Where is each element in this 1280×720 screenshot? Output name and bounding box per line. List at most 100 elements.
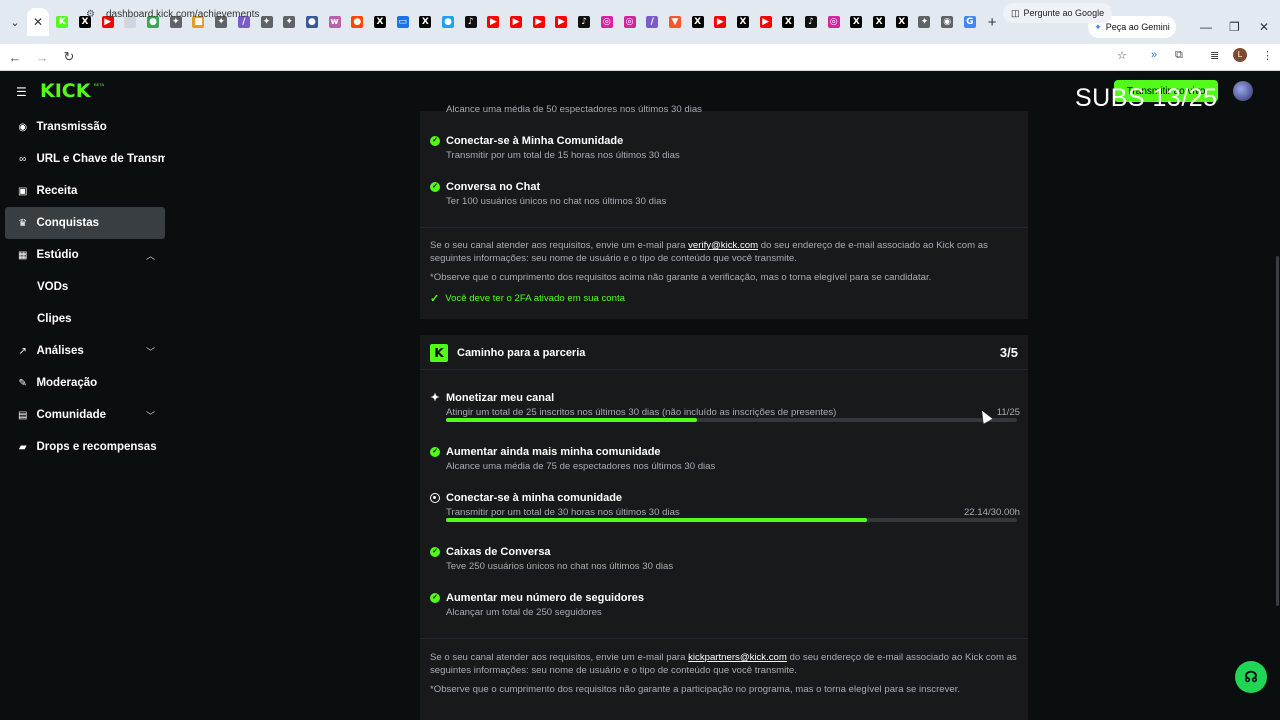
sidebar-item-label: Drops e recompensas [36,441,157,453]
tab-search-icon[interactable]: ⌄ [3,10,27,34]
tab-search-list-icon[interactable]: ≣ [1210,49,1219,62]
link-icon: ∞ [19,153,27,165]
progress-bar [446,418,1017,422]
requirement-title: Conectar-se à minha comunidade [446,492,623,504]
chevron-up-icon[interactable]: ︿ [146,249,155,262]
check-icon: ✓ [430,593,440,603]
restore-icon[interactable]: ❐ [1229,20,1240,34]
sidebar-item-moderacao[interactable]: ✎ Moderação [5,367,165,399]
twofa-text: Você deve ter o 2FA ativado em sua conta [445,293,625,304]
ask-google-label: Pergunte ao Google [1023,8,1105,18]
sidebar-item-drops[interactable]: ▰ Drops e recompensas [5,431,165,463]
progress-bar-fill [446,518,868,522]
twofa-notice: ✓ Você deve ter o 2FA ativado em sua cont… [430,292,625,305]
requirement-title: Conectar-se à Minha Comunidade [446,135,624,147]
requirement-desc: Alcance uma média de 50 espectadores nos… [446,104,702,115]
sidebar: ◉ Transmissão ∞ URL e Chave de Transmiss… [0,111,172,720]
gemini-icon: ✦ [1094,21,1102,32]
browser-menu-icon[interactable]: ⋮ [1262,49,1273,62]
requirement-title: Conversa no Chat [446,181,541,193]
partner-disclaimer: *Observe que o cumprimento dos requisito… [430,684,961,695]
beta-badge: BETA [94,82,105,87]
sidebar-item-transmissao[interactable]: ◉ Transmissão [5,111,165,143]
section-title: Caminho para a parceria [457,347,586,359]
page-scrollbar[interactable] [1276,256,1279,606]
gemini-extension-icon[interactable]: » [1151,49,1157,61]
site-info-icon[interactable]: ⚙ [86,9,98,20]
forward-icon[interactable]: → [30,50,54,65]
check-icon: ✓ [430,447,440,457]
requirement-desc: Transmitir por um total de 15 horas nos … [446,150,680,161]
chevron-down-icon[interactable]: ﹀ [146,345,155,358]
progress-bar [446,518,1017,522]
profile-avatar[interactable]: L [1233,48,1247,62]
back-icon[interactable]: ← [3,50,27,65]
verification-card: Alcance uma média de 50 espectadores nos… [420,104,1028,319]
broadcast-icon: ◉ [18,121,28,133]
help-chat-button[interactable]: ☊ [1235,661,1267,693]
menu-icon[interactable]: ☰ [16,85,27,99]
requirement-desc: Transmitir por um total de 30 horas nos … [446,507,680,518]
sidebar-item-label: Conquistas [36,217,100,229]
ask-google-button[interactable]: ◫ Pergunte ao Google [1003,3,1113,23]
wrench-icon: ✎ [18,377,27,389]
progress-bar-fill [446,418,698,422]
check-icon: ✓ [430,182,440,192]
kick-k-icon: K [430,344,448,362]
sidebar-item-comunidade[interactable]: ▤ Comunidade ﹀ [5,399,165,431]
requirement-desc: Atingir um total de 25 inscritos nos últ… [446,407,837,418]
divider [420,638,1028,639]
note-text: Se o seu canal atender aos requisitos, e… [430,240,689,251]
url-text: dashboard.kick.com/achievements [106,8,260,20]
partner-note: Se o seu canal atender aos requisitos, e… [430,651,1020,677]
requirement-title: Aumentar ainda mais minha comunidade [446,446,661,458]
sidebar-item-estudio[interactable]: ▦ Estúdio ︿ [5,239,165,271]
browser-tab[interactable]: K [51,8,74,36]
sidebar-item-conquistas[interactable]: ♛ Conquistas [5,207,165,239]
minimize-icon[interactable]: — [1200,20,1212,34]
partner-path-card: K Caminho para a parceria 3/5 ✦ Monetiza… [420,335,1028,720]
revenue-icon: ▣ [17,185,28,197]
kick-icon: K [56,16,69,28]
note-text: Se o seu canal atender aos requisitos, e… [430,652,689,663]
sidebar-item-label: Transmissão [36,121,107,133]
kick-logo[interactable]: KICK [40,80,90,102]
requirement-title: Caixas de Conversa [446,546,551,558]
headset-icon: ☊ [1244,669,1258,686]
requirement-progress-text: 22.14/30.00h [963,507,1020,518]
verification-note: Se o seu canal atender aos requisitos, e… [430,239,1020,265]
bookmark-star-icon[interactable]: ☆ [1117,49,1127,62]
partner-email-link[interactable]: kickpartners@kick.com [688,652,787,663]
gemini-label: Peça ao Gemini [1105,22,1170,32]
chevron-down-icon[interactable]: ﹀ [146,409,155,422]
tab-close-icon[interactable]: ✕ [27,8,49,36]
verification-disclaimer: *Observe que o cumprimento dos requisito… [430,272,932,283]
user-avatar[interactable] [1233,81,1253,101]
lens-icon: ◫ [1011,7,1020,18]
partner-progress-count: 3/5 [999,345,1018,360]
verify-email-link[interactable]: verify@kick.com [688,240,758,251]
requirement-desc: Teve 250 usuários únicos no chat nos últ… [446,561,674,572]
requirement-progress-text: 11/25 [996,407,1020,418]
requirement-desc: Alcançar um total de 250 seguidores [446,607,602,618]
subs-overlay-text: SUBS 13/25 [1075,84,1218,112]
sidebar-item-receita[interactable]: ▣ Receita [5,175,165,207]
drops-icon: ▰ [18,441,27,453]
sidebar-item-analises[interactable]: ↗ Análises ﹀ [5,335,165,367]
reload-icon[interactable]: ↻ [57,49,81,65]
sidebar-item-label: Receita [36,185,78,197]
sidebar-subitem-vods[interactable]: VODs [37,281,68,293]
sidebar-item-url-chave[interactable]: ∞ URL e Chave de Transmissão [5,143,165,175]
community-icon: ▤ [17,409,28,421]
extensions-icon[interactable]: ⧉ [1175,49,1183,62]
trophy-icon: ♛ [18,217,28,229]
requirement-desc: Ter 100 usuários únicos no chat nos últi… [446,196,667,207]
sidebar-subitem-clipes[interactable]: Clipes [37,313,72,325]
in-progress-icon [430,493,440,503]
window-close-icon[interactable]: ✕ [1259,20,1269,34]
requirement-title: Monetizar meu canal [446,392,555,404]
check-icon: ✓ [430,293,440,305]
url-field[interactable]: ⚙ dashboard.kick.com/achievements [86,4,996,24]
address-bar: ← → ↻ [0,44,1280,71]
divider [420,227,1028,228]
